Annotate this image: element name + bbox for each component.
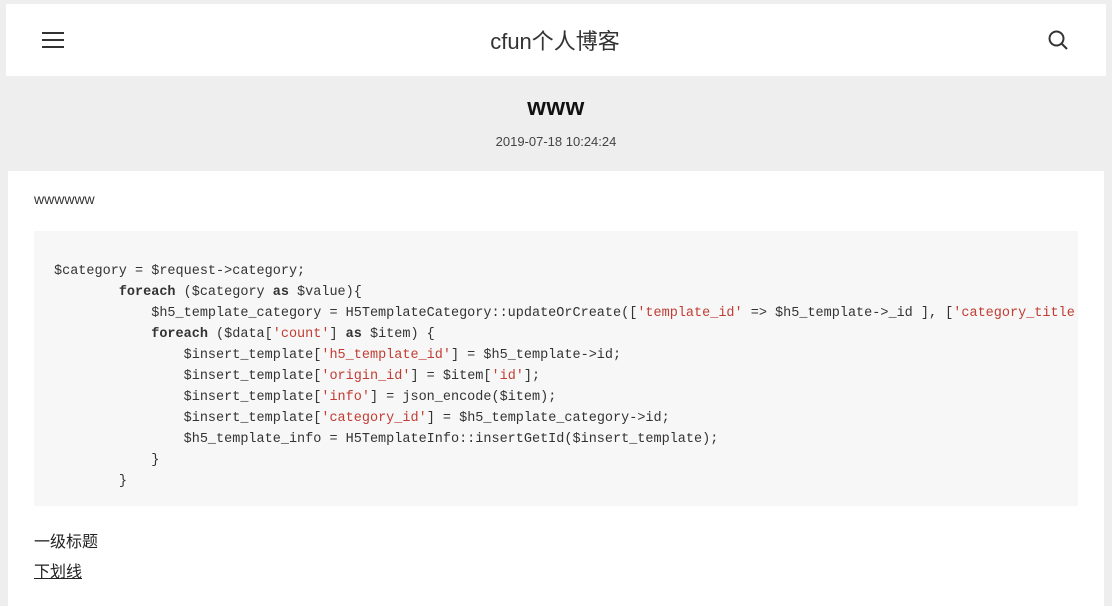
code-text: ]: [329, 327, 345, 342]
code-string: 'id': [492, 369, 524, 384]
underline-text: 下划线: [34, 558, 1078, 582]
code-line: $category = $request->category;: [54, 264, 305, 279]
intro-text: wwwwww: [34, 191, 1078, 207]
code-text: ($category: [176, 285, 273, 300]
code-text: $insert_template[: [184, 390, 322, 405]
code-text: $h5_template_info = H5TemplateInfo::inse…: [184, 432, 719, 447]
code-string: 'h5_template_id': [321, 348, 451, 363]
header-bar: cfun个人博客: [6, 4, 1106, 76]
post-timestamp: 2019-07-18 10:24:24: [0, 134, 1112, 149]
code-text: ] = json_encode($item);: [370, 390, 556, 405]
code-text: $insert_template[: [184, 369, 322, 384]
code-text: $h5_template_category = H5TemplateCatego…: [151, 306, 637, 321]
code-text: ] = $h5_template->id;: [451, 348, 621, 363]
code-string: 'count': [273, 327, 330, 342]
code-text: $item) {: [362, 327, 435, 342]
post-meta: www 2019-07-18 10:24:24: [0, 76, 1112, 159]
code-keyword: foreach: [119, 285, 176, 300]
code-text: $insert_template[: [184, 411, 322, 426]
code-string: 'template_id': [637, 306, 742, 321]
code-string: 'category_title': [953, 306, 1078, 321]
menu-icon[interactable]: [42, 32, 64, 48]
code-text: $insert_template[: [184, 348, 322, 363]
section-heading: 一级标题: [34, 528, 1078, 552]
code-text: ($data[: [208, 327, 273, 342]
code-keyword: as: [273, 285, 289, 300]
page-title: www: [0, 94, 1112, 122]
code-keyword: foreach: [151, 327, 208, 342]
site-title: cfun个人博客: [490, 24, 620, 56]
code-text: => $h5_template->_id ], [: [743, 306, 954, 321]
code-text: }: [119, 474, 127, 489]
code-block: $category = $request->category; foreach …: [34, 231, 1078, 506]
code-text: }: [151, 453, 159, 468]
code-text: $value){: [289, 285, 362, 300]
code-text: ];: [524, 369, 540, 384]
content-card: wwwwww $category = $request->category; f…: [8, 171, 1104, 606]
code-keyword: as: [346, 327, 362, 342]
code-string: 'info': [321, 390, 370, 405]
search-icon[interactable]: [1046, 28, 1070, 52]
code-text: ] = $h5_template_category->id;: [427, 411, 670, 426]
code-string: 'category_id': [321, 411, 426, 426]
code-string: 'origin_id': [321, 369, 410, 384]
code-text: ] = $item[: [410, 369, 491, 384]
